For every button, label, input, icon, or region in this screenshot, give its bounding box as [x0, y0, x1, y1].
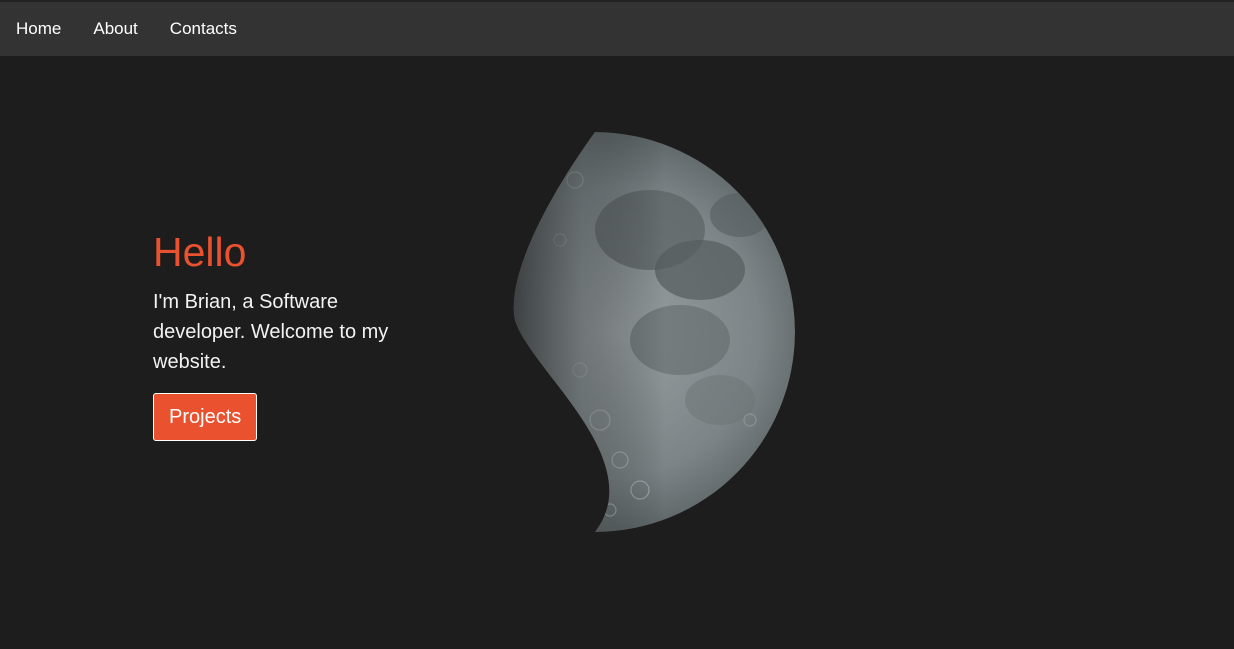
hero-intro-text: I'm Brian, a Software developer. Welcome… [153, 291, 389, 373]
nav-about-link[interactable]: About [93, 19, 137, 39]
projects-button[interactable]: Projects [153, 393, 258, 441]
nav-contacts-link[interactable]: Contacts [170, 19, 237, 39]
moon-image [500, 120, 830, 540]
hero-section: Hello I'm Brian, a Software developer. W… [153, 228, 443, 441]
nav-home-link[interactable]: Home [16, 19, 61, 39]
top-navbar: Home About Contacts [0, 0, 1234, 56]
hero-title: Hello [153, 229, 247, 275]
